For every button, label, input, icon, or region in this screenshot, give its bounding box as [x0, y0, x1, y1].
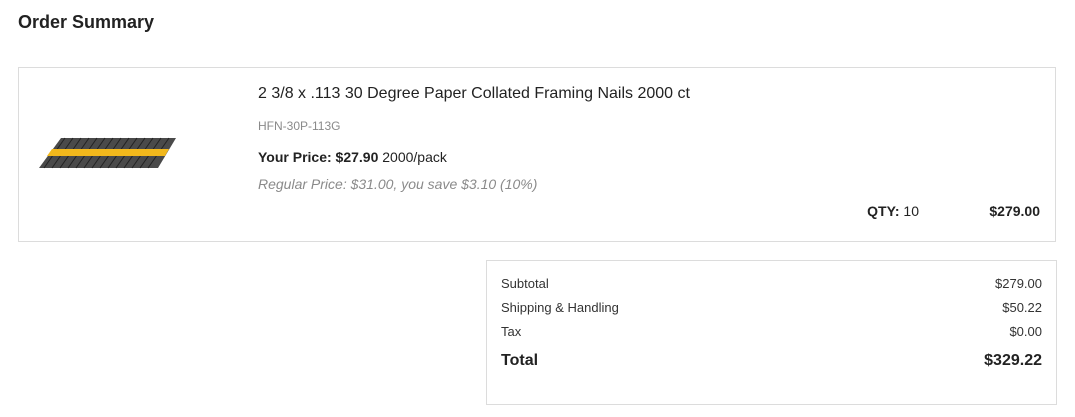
- qty-value: 10: [903, 203, 919, 219]
- your-price-label: Your Price:: [258, 149, 332, 165]
- totals-box: Subtotal $279.00 Shipping & Handling $50…: [486, 260, 1057, 405]
- total-label: Total: [501, 352, 539, 369]
- subtotal-label: Subtotal: [501, 276, 549, 291]
- page-title: Order Summary: [18, 12, 155, 32]
- framing-nails-icon: [39, 137, 176, 169]
- shipping-label: Shipping & Handling: [501, 300, 619, 315]
- price-unit: 2000/pack: [382, 149, 447, 165]
- shipping-value: $50.22: [1002, 300, 1042, 315]
- regular-price: Regular Price: $31.00, you save $3.10 (1…: [258, 176, 538, 192]
- subtotal-row: Subtotal $279.00: [501, 276, 1042, 291]
- product-name[interactable]: 2 3/8 x .113 30 Degree Paper Collated Fr…: [258, 85, 690, 103]
- your-price-value: $27.90: [335, 149, 379, 165]
- product-image[interactable]: [39, 128, 179, 178]
- order-item-card: 2 3/8 x .113 30 Degree Paper Collated Fr…: [18, 67, 1056, 242]
- your-price: Your Price: $27.90 2000/pack: [258, 149, 447, 165]
- shipping-row: Shipping & Handling $50.22: [501, 300, 1042, 315]
- tax-label: Tax: [501, 324, 522, 339]
- total-value: $329.22: [984, 352, 1042, 369]
- line-total: $279.00: [989, 203, 1040, 219]
- qty-label: QTY:: [867, 203, 900, 219]
- tax-value: $0.00: [1009, 324, 1042, 339]
- total-row: Total $329.22: [501, 352, 1042, 370]
- product-sku: HFN-30P-113G: [258, 119, 341, 133]
- subtotal-value: $279.00: [995, 276, 1042, 291]
- quantity: QTY: 10: [867, 203, 919, 219]
- tax-row: Tax $0.00: [501, 324, 1042, 339]
